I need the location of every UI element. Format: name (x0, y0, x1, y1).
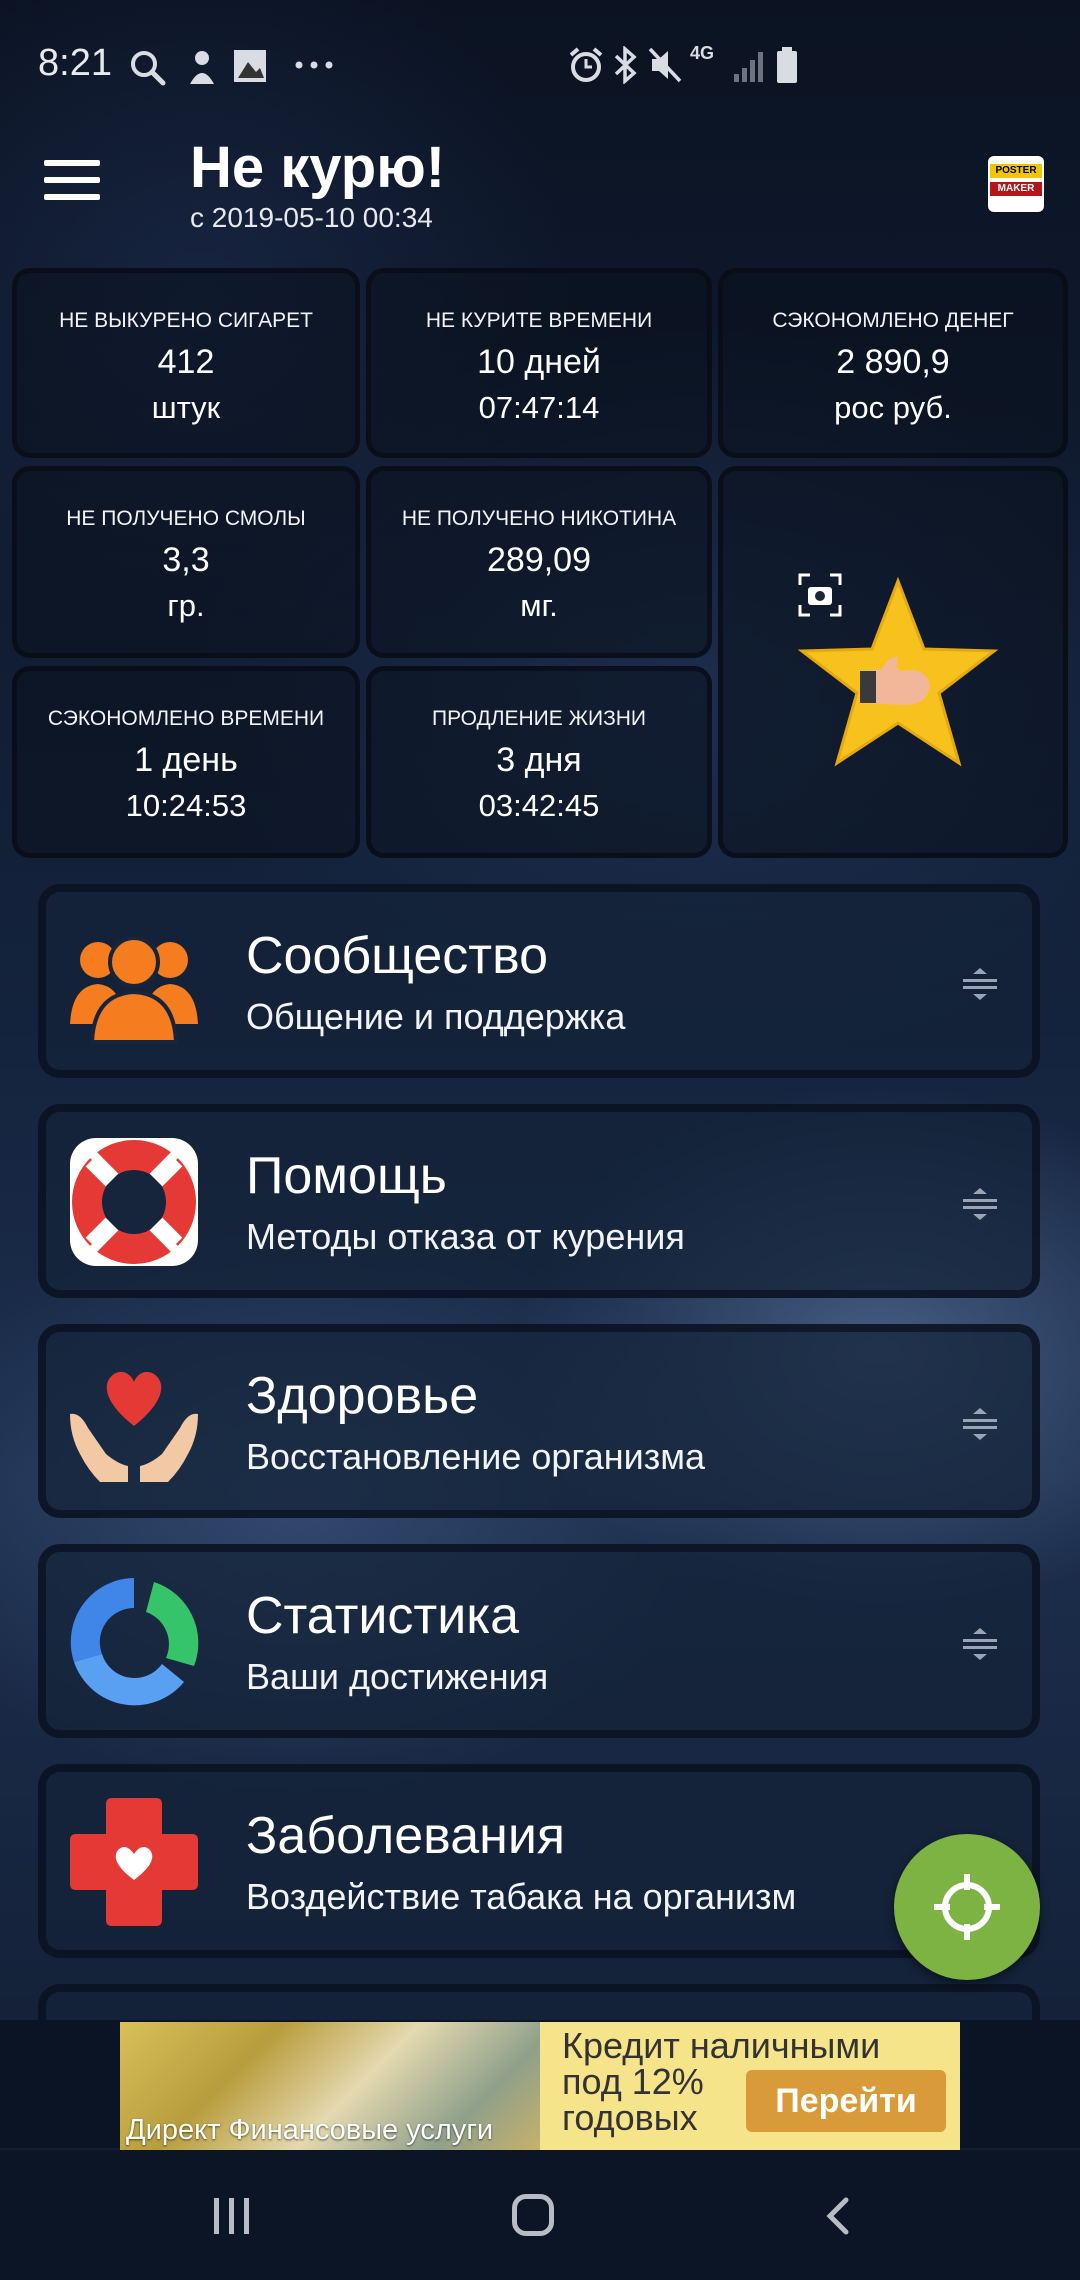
menu-subtitle: Общение и поддержка (246, 996, 626, 1037)
stat-label: СЭКОНОМЛЕНО ВРЕМЕНИ (47, 707, 325, 730)
stat-tile-tar[interactable]: НЕ ПОЛУЧЕНО СМОЛЫ 3,3 гр. (12, 466, 360, 658)
heart-hands-icon (70, 1371, 198, 1482)
stat-value: 1 день (134, 741, 238, 779)
battery-icon (777, 47, 797, 83)
status-bar: 8:21 4G (0, 0, 1080, 130)
drag-handle-icon[interactable] (961, 966, 999, 1002)
menu-item-help[interactable]: Помощь Методы отказа от курения (38, 1104, 1040, 1298)
mute-icon (648, 47, 682, 83)
stat-tile-life-extension[interactable]: ПРОДЛЕНИЕ ЖИЗНИ 3 дня 03:42:45 (366, 666, 712, 858)
stat-label: НЕ КУРИТЕ ВРЕМЕНИ (425, 309, 653, 332)
drag-handle-icon[interactable] (961, 1626, 999, 1662)
menu-item-health[interactable]: Здоровье Восстановление организма (38, 1324, 1040, 1518)
menu-title: Заболевания (246, 1807, 566, 1865)
stat-label: ПРОДЛЕНИЕ ЖИЗНИ (431, 707, 647, 730)
stat-unit: мг. (520, 588, 558, 623)
stat-value: 10 дней (477, 343, 601, 381)
menu-subtitle: Восстановление организма (246, 1436, 706, 1477)
search-icon (131, 51, 166, 86)
stat-value: 3 дня (496, 741, 582, 779)
drag-handle-icon[interactable] (961, 1406, 999, 1442)
bluetooth-icon (614, 46, 637, 84)
poster-label: POSTER (990, 164, 1042, 178)
quit-date: с 2019-05-10 00:34 (190, 202, 433, 233)
stat-unit: штук (151, 390, 221, 425)
lifebuoy-icon (70, 1138, 198, 1266)
stat-value: 2 890,9 (836, 343, 950, 381)
poster-maker-button[interactable]: POSTER MAKER (988, 156, 1044, 212)
ad-banner[interactable]: Кредит наличными под 12% годовых Перейти… (120, 2022, 960, 2152)
screenshot-camera-icon[interactable] (798, 573, 842, 617)
app-notification-icon (190, 51, 214, 84)
stat-label: НЕ ПОЛУЧЕНО НИКОТИНА (401, 507, 677, 530)
menu-title: Здоровье (246, 1367, 479, 1425)
menu-item-statistics[interactable]: Статистика Ваши достижения (38, 1544, 1040, 1738)
home-button[interactable] (512, 2194, 554, 2236)
menu-subtitle: Воздействие табака на организм (246, 1876, 797, 1917)
app-toolbar: Не курю! с 2019-05-10 00:34 POSTER MAKER (0, 130, 1080, 260)
stat-unit: 10:24:53 (125, 788, 247, 823)
ad-caption: Директ Финансовые услуги (126, 2114, 494, 2146)
menu-title: Сообщество (246, 927, 549, 985)
stat-tile-time-saved[interactable]: СЭКОНОМЛЕНО ВРЕМЕНИ 1 день 10:24:53 (12, 666, 360, 858)
achievement-star-tile[interactable] (718, 466, 1068, 858)
signal-icon (734, 52, 763, 82)
stat-tile-cigarettes[interactable]: НЕ ВЫКУРЕНО СИГАРЕТ 412 штук (12, 268, 360, 458)
stat-unit: рос руб. (834, 390, 952, 425)
network-4g-icon: 4G (690, 43, 715, 63)
more-dots-icon (295, 61, 333, 69)
back-button[interactable] (822, 2196, 852, 2236)
menu-item-community[interactable]: Сообщество Общение и поддержка (38, 884, 1040, 1078)
crosshair-icon (934, 1874, 1000, 1940)
alarm-icon (569, 47, 603, 82)
image-icon (234, 50, 266, 82)
menu-title: Помощь (246, 1147, 447, 1205)
menu-subtitle: Методы отказа от курения (246, 1216, 685, 1257)
stat-label: НЕ ПОЛУЧЕНО СМОЛЫ (66, 507, 306, 530)
stat-label: СЭКОНОМЛЕНО ДЕНЕГ (772, 309, 1014, 332)
hamburger-menu-icon[interactable] (44, 160, 100, 208)
menu-subtitle: Ваши достижения (246, 1656, 549, 1697)
medical-cross-icon (70, 1798, 198, 1926)
menu-item-diseases[interactable]: Заболевания Воздействие табака на органи… (38, 1764, 1040, 1958)
stat-unit: 07:47:14 (478, 390, 600, 425)
recent-apps-button[interactable] (212, 2198, 252, 2234)
stat-unit: гр. (167, 588, 205, 623)
stat-tile-money[interactable]: СЭКОНОМЛЕНО ДЕНЕГ 2 890,9 рос руб. (718, 268, 1068, 458)
ad-go-button[interactable]: Перейти (746, 2070, 946, 2132)
stat-tile-time[interactable]: НЕ КУРИТЕ ВРЕМЕНИ 10 дней 07:47:14 (366, 268, 712, 458)
community-icon (70, 936, 198, 1044)
status-time: 8:21 (38, 42, 112, 84)
stat-unit: 03:42:45 (478, 788, 600, 823)
statistics-icon (70, 1578, 199, 1706)
maker-label: MAKER (990, 182, 1042, 196)
stat-label: НЕ ВЫКУРЕНО СИГАРЕТ (59, 309, 313, 332)
app-title: Не курю! (190, 135, 446, 200)
stat-value: 412 (157, 343, 215, 381)
stat-tile-nicotine[interactable]: НЕ ПОЛУЧЕНО НИКОТИНА 289,09 мг. (366, 466, 712, 658)
system-nav-bar (0, 2150, 1080, 2280)
drag-handle-icon[interactable] (961, 1186, 999, 1222)
menu-title: Статистика (246, 1587, 520, 1645)
stat-value: 289,09 (487, 541, 591, 579)
target-fab-button[interactable] (894, 1834, 1040, 1980)
stat-value: 3,3 (162, 541, 210, 579)
